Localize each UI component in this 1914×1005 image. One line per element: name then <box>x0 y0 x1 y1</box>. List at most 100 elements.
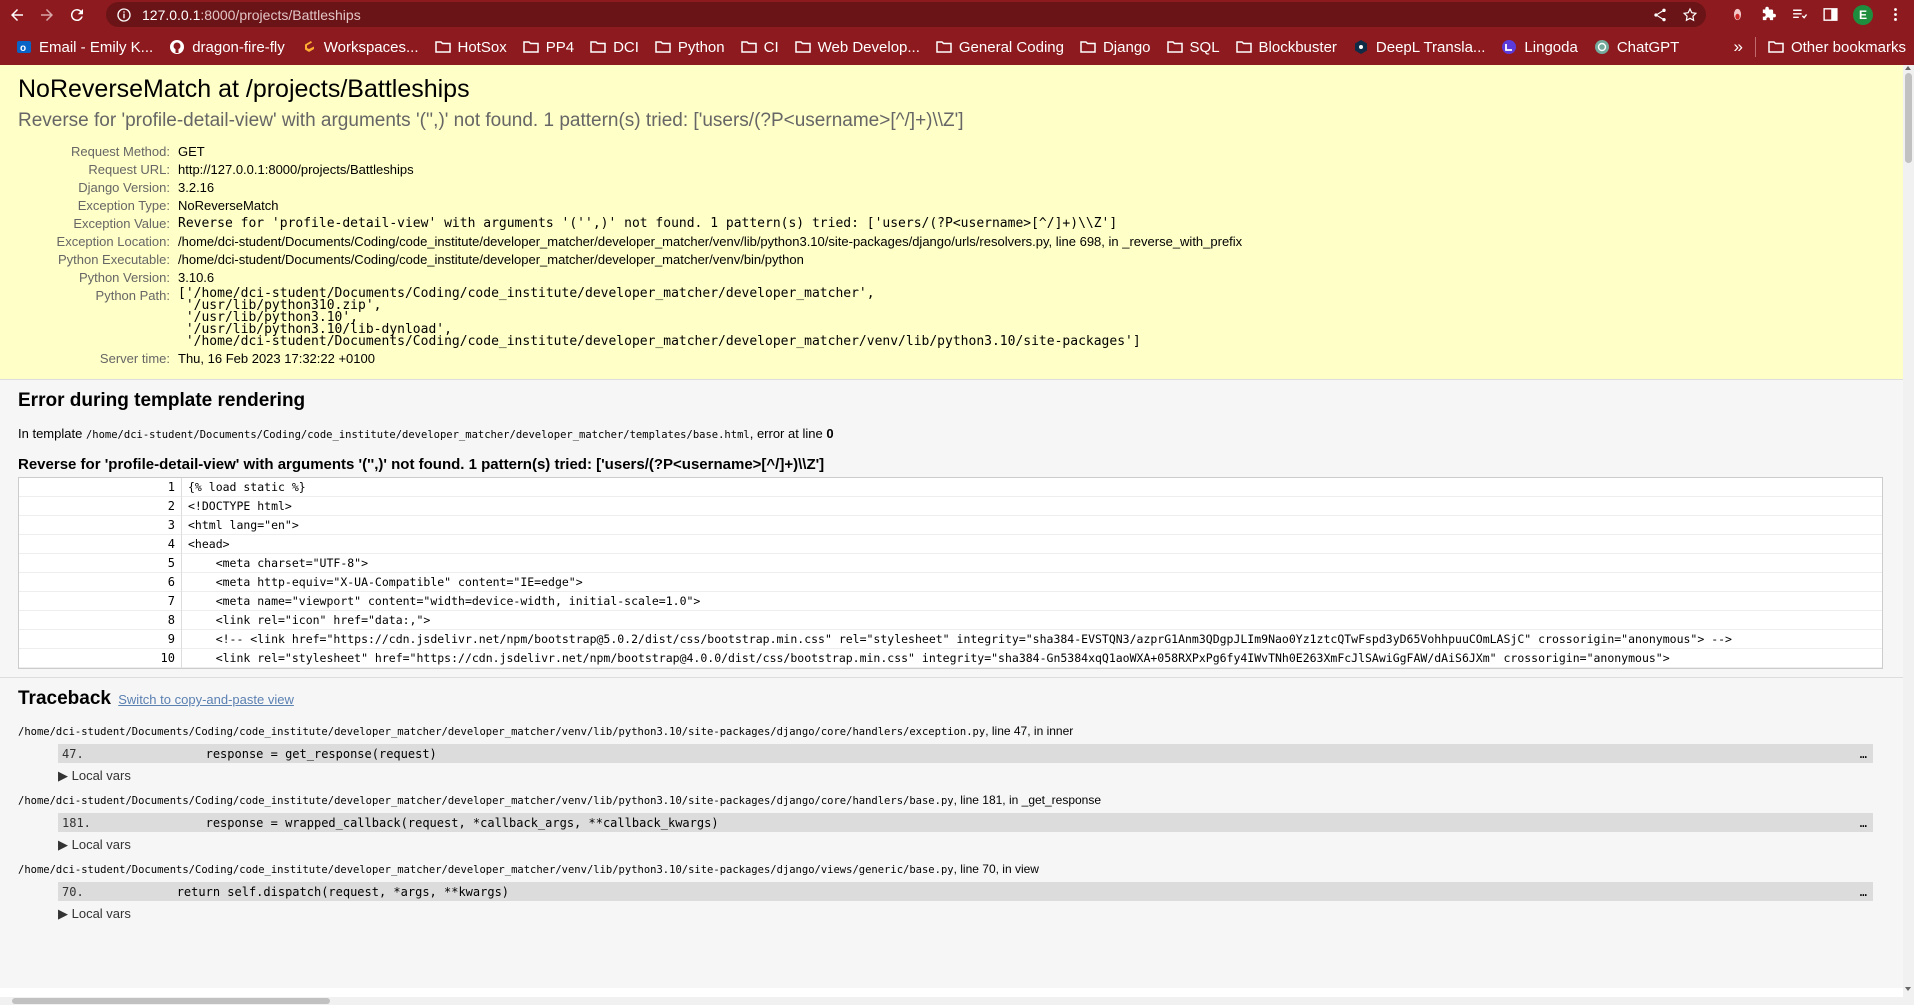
bookmark-other[interactable]: Other bookmarks <box>1760 33 1914 61</box>
bookmark-email[interactable]: o Email - Emily K... <box>8 33 161 61</box>
frame-line-number: 181. <box>62 815 91 830</box>
bookmark-folder-general-coding[interactable]: General Coding <box>928 33 1072 61</box>
source-line-number: 6 <box>167 575 175 589</box>
bookmark-dragon-fire-fly[interactable]: dragon-fire-fly <box>161 33 293 61</box>
horizontal-scrollbar[interactable] <box>0 997 1903 1005</box>
address-bar[interactable]: 127.0.0.1:8000/projects/Battleships <box>106 2 1706 27</box>
page-content: NoReverseMatch at /projects/Battleships … <box>0 65 1914 1005</box>
folder-icon <box>590 41 606 53</box>
vertical-scroll-thumb[interactable] <box>1905 73 1912 163</box>
bookmark-label: dragon-fire-fly <box>192 38 285 56</box>
more-bookmarks-button[interactable]: » <box>1725 37 1750 57</box>
frame-context-line[interactable]: 181. response = wrapped_callback(request… <box>58 813 1873 832</box>
switch-to-copy-paste-link[interactable]: Switch to copy-and-paste view <box>118 692 294 707</box>
meta-label: Python Executable: <box>57 252 170 267</box>
meta-row: Python Executable: /home/dci-student/Docu… <box>18 250 1242 268</box>
scroll-up-arrow[interactable] <box>1905 66 1911 70</box>
source-line-code: {% load static %} <box>181 477 306 497</box>
meta-row: Python Path: ['/home/dci-student/Document… <box>18 286 1242 349</box>
bookmark-folder-ci[interactable]: CI <box>733 33 787 61</box>
bookmark-folder-pp4[interactable]: PP4 <box>515 33 582 61</box>
back-button[interactable] <box>4 2 30 28</box>
expand-context-ellipsis[interactable]: … <box>1860 816 1867 830</box>
puzzle-icon[interactable] <box>1760 6 1777 23</box>
kebab-menu-icon[interactable] <box>1887 6 1904 23</box>
frame-where: , line 181, in _get_response <box>953 793 1102 807</box>
bookmark-label: Web Develop... <box>817 38 920 56</box>
source-line: 5 <meta charset="UTF-8"> <box>19 553 1882 573</box>
frame-file-path: /home/dci-student/Documents/Coding/code_… <box>18 795 954 807</box>
meta-label: Django Version: <box>78 180 170 195</box>
source-line: 8 <link rel="icon" href="data:,"> <box>19 610 1882 630</box>
expand-context-ellipsis[interactable]: … <box>1860 885 1867 899</box>
bookmark-lingoda[interactable]: Lingoda <box>1493 33 1585 61</box>
local-vars-toggle[interactable]: ▶ Local vars <box>58 768 1896 784</box>
reload-button[interactable] <box>64 2 90 28</box>
bookmark-workspaces[interactable]: Workspaces... <box>293 33 427 61</box>
bookmark-folder-django[interactable]: Django <box>1072 33 1159 61</box>
traceback-frame: /home/dci-student/Documents/Coding/code_… <box>18 862 1896 922</box>
frame-context-line[interactable]: 70. return self.dispatch(request, *args,… <box>58 882 1873 901</box>
forward-button[interactable] <box>34 2 60 28</box>
url-host: 127.0.0.1 <box>142 6 201 23</box>
folder-icon <box>1235 41 1252 53</box>
meta-row: Django Version: 3.2.16 <box>18 178 1242 196</box>
request-info-table: Request Method: GET Request URL: http://12… <box>18 142 1243 367</box>
bookmark-folder-web-develop[interactable]: Web Develop... <box>787 33 928 61</box>
source-line-number: 5 <box>167 556 175 570</box>
bookmark-label: Blockbuster <box>1258 38 1337 56</box>
chatgpt-icon <box>1594 40 1609 54</box>
meta-value: /home/dci-student/Documents/Coding/code_… <box>178 252 804 267</box>
bookmark-folder-hotsox[interactable]: HotSox <box>427 33 515 61</box>
expand-context-ellipsis[interactable]: … <box>1860 747 1867 761</box>
folder-icon <box>522 41 539 53</box>
profile-avatar[interactable]: E <box>1853 4 1873 25</box>
error-line-number: 0 <box>826 426 834 441</box>
meta-label: Python Path: <box>95 288 170 303</box>
side-panel-icon[interactable] <box>1822 6 1839 23</box>
folder-icon <box>794 41 811 53</box>
bookmark-folder-dci[interactable]: DCI <box>582 33 647 61</box>
local-vars-toggle[interactable]: ▶ Local vars <box>58 906 1896 922</box>
bookmark-folder-blockbuster[interactable]: Blockbuster <box>1228 33 1345 61</box>
bookmark-folder-sql[interactable]: SQL <box>1159 33 1228 61</box>
source-line: 10 <link rel="stylesheet" href="https://… <box>19 648 1882 668</box>
folder-icon <box>434 41 451 53</box>
source-line-code: <meta charset="UTF-8"> <box>181 553 368 573</box>
local-vars-toggle[interactable]: ▶ Local vars <box>58 837 1896 853</box>
meta-value: 3.10.6 <box>178 270 215 285</box>
bookmark-chatgpt[interactable]: ChatGPT <box>1586 33 1688 61</box>
lingoda-icon <box>1502 40 1517 54</box>
bookmark-label: Lingoda <box>1524 38 1578 56</box>
vertical-scrollbar[interactable] <box>1903 65 1914 1005</box>
template-error-section: Error during template rendering In templ… <box>0 380 1914 678</box>
meta-row: Python Version: 3.10.6 <box>18 268 1242 286</box>
meta-label: Server time: <box>99 351 170 366</box>
info-icon[interactable] <box>116 7 132 23</box>
url-text[interactable]: 127.0.0.1:8000/projects/Battleships <box>142 7 361 23</box>
traceback-frame: /home/dci-student/Documents/Coding/code_… <box>18 793 1896 853</box>
reading-list-icon[interactable] <box>1791 6 1808 23</box>
source-line-code: <html lang="en"> <box>181 515 299 535</box>
source-line: 4 <head> <box>19 534 1882 554</box>
scroll-down-arrow[interactable] <box>1905 987 1911 991</box>
meta-row: Exception Type: NoReverseMatch <box>18 196 1242 214</box>
frame-context-line[interactable]: 47. response = get_response(request)… <box>58 744 1873 763</box>
meta-value: http://127.0.0.1:8000/projects/Battleshi… <box>178 162 414 177</box>
bookmark-label: Django <box>1102 38 1151 56</box>
source-line-code: <link rel="icon" href="data:,"> <box>181 610 430 630</box>
source-line-code: <head> <box>181 534 230 554</box>
extension-badge-icon[interactable] <box>1729 6 1746 23</box>
meta-label: Exception Value: <box>73 216 170 231</box>
browser-toolbar: 127.0.0.1:8000/projects/Battleships E <box>0 0 1914 29</box>
horizontal-scroll-thumb[interactable] <box>12 998 330 1004</box>
bookmark-folder-python[interactable]: Python <box>647 33 733 61</box>
frame-location: /home/dci-student/Documents/Coding/code_… <box>18 793 1896 807</box>
source-line: 1 {% load static %} <box>19 477 1882 497</box>
source-line-number: 2 <box>167 499 175 513</box>
star-icon[interactable] <box>1682 7 1698 23</box>
share-icon[interactable] <box>1652 7 1668 23</box>
bookmark-deepl[interactable]: DeepL Transla... <box>1345 33 1494 61</box>
meta-value: Thu, 16 Feb 2023 17:32:22 +0100 <box>178 351 375 366</box>
error-at-label: , error at line <box>749 426 823 441</box>
